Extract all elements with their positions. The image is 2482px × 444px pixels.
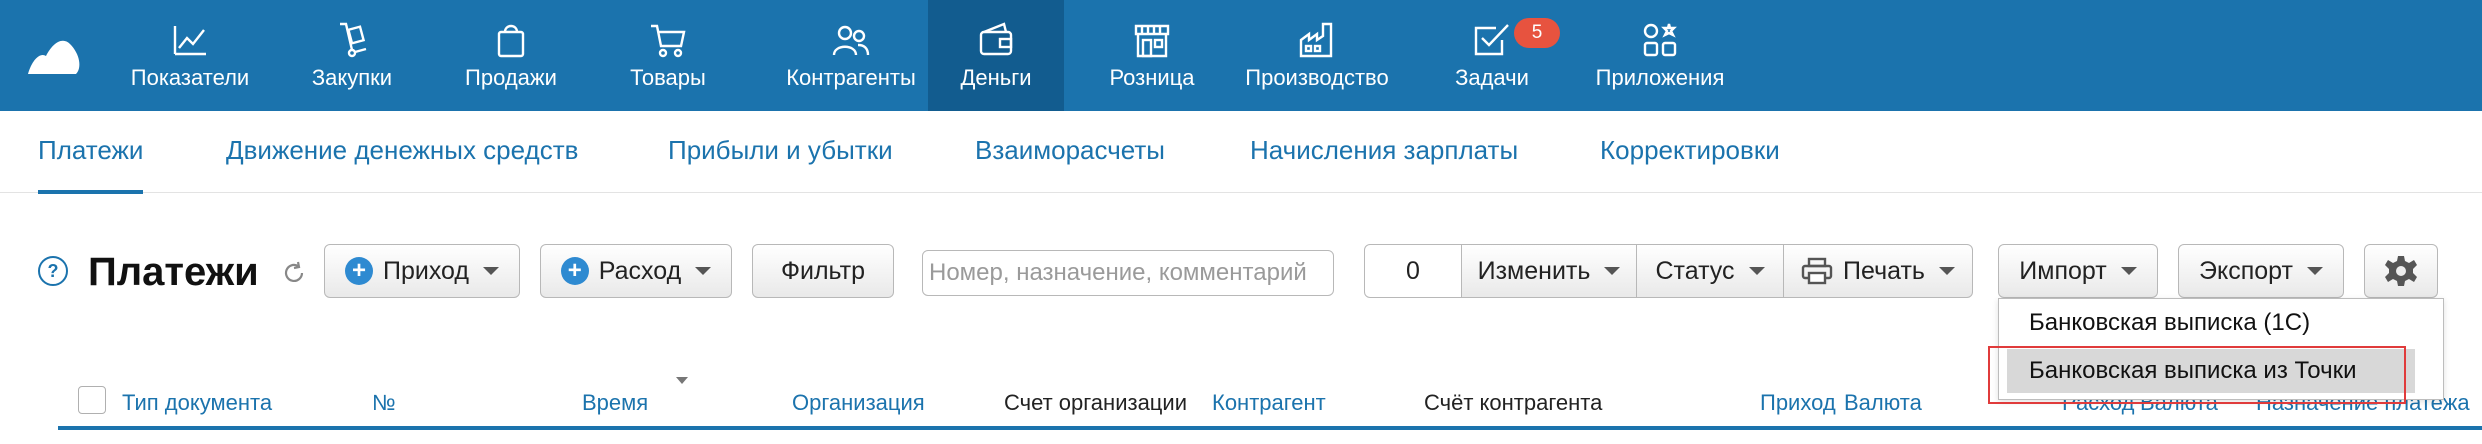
import-button-label: Импорт bbox=[2019, 256, 2107, 285]
people-icon bbox=[831, 20, 871, 60]
nav-item-money[interactable]: Деньги bbox=[928, 0, 1064, 111]
page-title: Платежи bbox=[88, 250, 259, 294]
tab-profit-loss[interactable]: Прибыли и убытки bbox=[668, 135, 893, 166]
search-input[interactable] bbox=[922, 250, 1334, 296]
cart-icon bbox=[648, 20, 688, 60]
filter-button[interactable]: Фильтр bbox=[752, 244, 894, 298]
hand-truck-icon bbox=[332, 20, 372, 60]
bulk-actions-group: 0 Изменить Статус Печать bbox=[1364, 244, 1973, 298]
tasks-count-badge: 5 bbox=[1514, 18, 1560, 48]
storefront-icon bbox=[1132, 20, 1172, 60]
nav-item-production[interactable]: Производство bbox=[1240, 0, 1394, 111]
selected-count-field[interactable]: 0 bbox=[1364, 244, 1462, 298]
nav-item-label: Товары bbox=[630, 65, 706, 90]
nav-item-label: Деньги bbox=[960, 65, 1032, 90]
header-divider bbox=[58, 426, 2482, 430]
refresh-icon[interactable] bbox=[282, 261, 306, 285]
logo-icon[interactable] bbox=[24, 34, 84, 76]
nav-item-label: Розница bbox=[1109, 65, 1195, 90]
printer-icon bbox=[1801, 257, 1833, 285]
settings-button[interactable] bbox=[2364, 244, 2438, 298]
tab-settlements[interactable]: Взаиморасчеты bbox=[975, 135, 1165, 166]
chart-line-icon bbox=[170, 20, 210, 60]
column-time[interactable]: Время bbox=[582, 390, 648, 416]
select-all-checkbox[interactable] bbox=[78, 386, 106, 414]
column-counterparty[interactable]: Контрагент bbox=[1212, 390, 1326, 416]
change-button-label: Изменить bbox=[1477, 256, 1591, 285]
nav-item-counterparties[interactable]: Контрагенты bbox=[758, 0, 944, 111]
column-income[interactable]: Приход bbox=[1760, 390, 1836, 416]
income-button-label: Приход bbox=[383, 256, 469, 285]
status-button[interactable]: Статус bbox=[1636, 244, 1784, 298]
column-organization[interactable]: Организация bbox=[792, 390, 925, 416]
column-currency-income[interactable]: Валюта bbox=[1844, 390, 1922, 416]
nav-item-label: Закупки bbox=[311, 65, 393, 90]
plus-icon: + bbox=[345, 257, 373, 285]
top-nav-bar: Показатели Закупки Продажи Товары Контра… bbox=[0, 0, 2482, 111]
gear-icon bbox=[2384, 254, 2418, 288]
column-number[interactable]: № bbox=[372, 390, 396, 416]
nav-item-indicators[interactable]: Показатели bbox=[124, 0, 256, 111]
chevron-down-icon bbox=[1748, 267, 1765, 275]
tab-adjustments[interactable]: Корректировки bbox=[1600, 135, 1780, 166]
status-button-label: Статус bbox=[1655, 256, 1735, 285]
highlight-outline bbox=[1988, 346, 2406, 404]
tab-payments[interactable]: Платежи bbox=[38, 135, 144, 194]
factory-icon bbox=[1297, 20, 1337, 60]
nav-item-tasks[interactable]: Задачи bbox=[1446, 0, 1538, 111]
nav-item-label: Продажи bbox=[465, 65, 557, 90]
export-button-label: Экспорт bbox=[2199, 256, 2293, 285]
nav-item-label: Показатели bbox=[130, 65, 250, 90]
chevron-down-icon bbox=[2120, 267, 2137, 275]
task-check-icon bbox=[1472, 20, 1512, 60]
income-button[interactable]: + Приход bbox=[324, 244, 520, 298]
wallet-icon bbox=[976, 20, 1016, 60]
nav-item-label: Производство bbox=[1245, 65, 1389, 90]
chevron-down-icon bbox=[2306, 267, 2323, 275]
shopping-bag-icon bbox=[491, 20, 531, 60]
apps-icon bbox=[1640, 20, 1680, 60]
nav-item-sales[interactable]: Продажи bbox=[446, 0, 576, 111]
print-button[interactable]: Печать bbox=[1783, 244, 1973, 298]
change-button[interactable]: Изменить bbox=[1461, 244, 1637, 298]
print-button-label: Печать bbox=[1843, 256, 1925, 285]
nav-item-label: Задачи bbox=[1455, 65, 1529, 90]
column-org-account: Счет организации bbox=[1004, 390, 1187, 415]
tab-cash-flow[interactable]: Движение денежных средств bbox=[226, 135, 578, 166]
chevron-down-icon bbox=[695, 267, 712, 275]
sort-desc-icon bbox=[676, 377, 688, 384]
chevron-down-icon bbox=[1604, 267, 1621, 275]
tab-payroll[interactable]: Начисления зарплаты bbox=[1250, 135, 1518, 166]
expense-button[interactable]: + Расход bbox=[540, 244, 732, 298]
menu-item-bank-statement-1c[interactable]: Банковская выписка (1С) bbox=[2029, 309, 2310, 337]
chevron-down-icon bbox=[1938, 267, 1955, 275]
nav-item-purchases[interactable]: Закупки bbox=[296, 0, 408, 111]
import-button[interactable]: Импорт bbox=[1998, 244, 2158, 298]
nav-item-label: Контрагенты bbox=[786, 65, 916, 90]
nav-item-retail[interactable]: Розница bbox=[1100, 0, 1204, 111]
expense-button-label: Расход bbox=[598, 256, 682, 285]
help-icon[interactable]: ? bbox=[38, 256, 68, 286]
nav-item-label: Приложения bbox=[1595, 65, 1725, 90]
nav-item-apps[interactable]: Приложения bbox=[1590, 0, 1730, 111]
column-doc-type[interactable]: Тип документа bbox=[122, 390, 272, 416]
nav-item-products[interactable]: Товары bbox=[618, 0, 718, 111]
plus-icon: + bbox=[560, 257, 589, 285]
sub-tabs: Платежи Движение денежных средств Прибыл… bbox=[0, 111, 2482, 194]
column-counterparty-account: Счёт контрагента bbox=[1424, 390, 1603, 415]
export-button[interactable]: Экспорт bbox=[2178, 244, 2344, 298]
chevron-down-icon bbox=[483, 267, 499, 275]
